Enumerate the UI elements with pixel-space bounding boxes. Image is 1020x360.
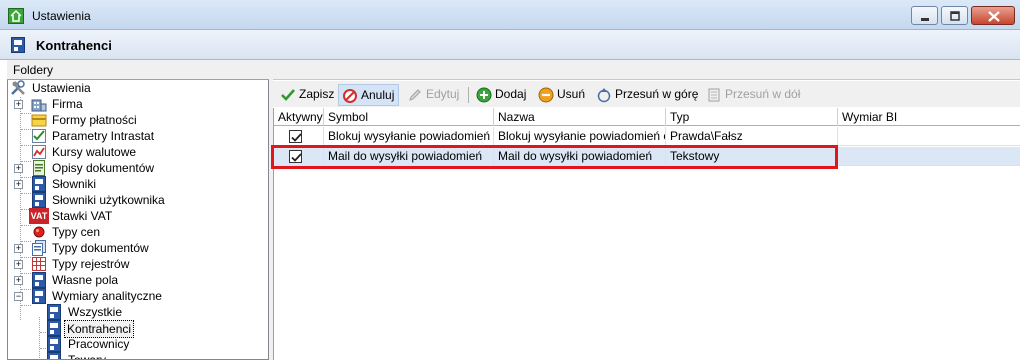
cancel-button[interactable]: Anuluj (338, 84, 400, 106)
vat-badge-icon: VAT (29, 208, 49, 224)
tree-item-typy-rejestrow[interactable]: + Typy rejestrów (14, 256, 214, 272)
tree-item-formy-platnosci[interactable]: Formy płatności (14, 112, 214, 128)
table-row[interactable]: Blokuj wysyłanie powiadomień o... Blokuj… (274, 127, 1020, 146)
close-icon (988, 11, 1000, 22)
restore-button[interactable] (941, 6, 968, 25)
document-blue-icon (32, 272, 46, 288)
move-down-icon (708, 88, 720, 102)
tree-item-typy-cen[interactable]: Typy cen (14, 224, 214, 240)
window-titlebar: Ustawienia (0, 0, 1020, 30)
minus-circle-icon (538, 87, 554, 103)
table-grid-icon (32, 257, 46, 271)
tree-item-wymiary-analityczne[interactable]: − Wymiary analityczne (14, 288, 214, 304)
active-checkbox[interactable] (289, 130, 302, 143)
save-button[interactable]: Zapisz (277, 84, 338, 106)
restore-icon (950, 11, 960, 21)
tree-item-opisy-dokumentow[interactable]: + Opisy dokumentów (14, 160, 214, 176)
tools-icon (11, 80, 25, 95)
checkmark-icon (291, 133, 302, 142)
document-blue-icon (32, 192, 46, 208)
column-header-aktywny[interactable]: Aktywny (274, 108, 324, 126)
bi-cell (838, 147, 1020, 166)
cancel-icon (343, 89, 357, 103)
document-blue-icon (32, 288, 46, 304)
expand-plus-icon[interactable]: + (14, 244, 23, 253)
expand-plus-icon[interactable]: + (14, 180, 23, 189)
toolbar-separator (468, 87, 469, 103)
document-blue-icon (47, 336, 61, 352)
tree-item-slowniki-uzytkownika[interactable]: Słowniki użytkownika (14, 192, 214, 208)
symbol-cell: Blokuj wysyłanie powiadomień o... (324, 127, 494, 146)
move-up-button[interactable]: Przesuń w górę (593, 84, 702, 106)
tree-item-towary[interactable]: Towary (46, 352, 226, 359)
document-blue-icon (47, 304, 61, 320)
toolbar: Zapisz Anuluj Edytuj Dodaj Usuń Przesuń … (273, 81, 1020, 107)
tree-item-typy-dokumentow[interactable]: + Typy dokumentów (14, 240, 214, 256)
documents-stack-icon (32, 240, 46, 256)
column-header-typ[interactable]: Typ (666, 108, 838, 126)
delete-button[interactable]: Usuń (535, 84, 589, 106)
column-header-wymiar-bi[interactable]: Wymiar BI (838, 108, 1020, 126)
building-icon (31, 99, 47, 112)
folder-card-icon (31, 114, 47, 127)
document-blue-icon (32, 176, 46, 192)
grid-header: Aktywny Symbol Nazwa Typ Wymiar BI (274, 108, 1020, 126)
checkmark-icon (281, 89, 295, 101)
red-highlight-box (271, 145, 838, 169)
folders-tree: Ustawienia + Firma Formy płatności Param… (7, 80, 269, 360)
edit-button[interactable]: Edytuj (404, 84, 463, 106)
collapse-minus-icon[interactable]: − (14, 292, 23, 301)
document-blue-icon (47, 352, 61, 359)
tree-item-firma[interactable]: + Firma (14, 96, 214, 112)
minimize-icon (921, 18, 929, 21)
minimize-button[interactable] (911, 6, 938, 25)
folders-title: Foldery (7, 60, 269, 80)
bi-cell (838, 127, 1020, 146)
column-header-symbol[interactable]: Symbol (324, 108, 494, 126)
tree-item-kontrahenci[interactable]: Kontrahenci (46, 320, 226, 338)
tree-item-wlasne-pola[interactable]: + Własne pola (14, 272, 214, 288)
checklist-icon (32, 129, 46, 143)
tree-item-slowniki[interactable]: + Słowniki (14, 176, 214, 192)
red-ball-icon (33, 226, 45, 238)
type-cell: Prawda\Fałsz (666, 127, 838, 146)
close-button[interactable] (971, 6, 1015, 25)
expand-plus-icon[interactable]: + (14, 260, 23, 269)
app-home-icon (8, 8, 24, 24)
tree-item-parametry-intrastat[interactable]: Parametry Intrastat (14, 128, 214, 144)
name-cell: Blokuj wysyłanie powiadomień o... (494, 127, 666, 146)
tree-item-kursy-walutowe[interactable]: Kursy walutowe (14, 144, 214, 160)
window-title: Ustawienia (32, 9, 91, 23)
move-up-icon (597, 88, 611, 103)
expand-plus-icon[interactable]: + (14, 100, 23, 109)
details-pane: Zapisz Anuluj Edytuj Dodaj Usuń Przesuń … (273, 60, 1020, 360)
tree-item-pracownicy[interactable]: Pracownicy (46, 336, 226, 352)
document-blue-icon (47, 320, 61, 336)
expand-plus-icon[interactable]: + (14, 276, 23, 285)
add-button[interactable]: Dodaj (473, 84, 530, 106)
tree-root-ustawienia[interactable]: Ustawienia (10, 80, 210, 96)
chart-line-icon (32, 145, 46, 159)
move-down-button[interactable]: Przesuń w dół (703, 84, 804, 106)
tree-item-wszystkie[interactable]: Wszystkie (46, 304, 226, 320)
expand-plus-icon[interactable]: + (14, 164, 23, 173)
folders-pane: Foldery Ustawienia + Firma Formy płatnoś… (7, 60, 269, 360)
column-header-nazwa[interactable]: Nazwa (494, 108, 666, 126)
page-title: Kontrahenci (36, 38, 112, 53)
tree-item-stawki-vat[interactable]: VAT Stawki VAT (14, 208, 214, 224)
document-blue-icon (11, 37, 25, 53)
pencil-icon (409, 89, 421, 101)
active-cell (274, 127, 324, 146)
document-green-icon (33, 160, 45, 176)
section-header: Kontrahenci (0, 30, 1020, 60)
details-top-strip (273, 60, 1020, 80)
plus-circle-icon (476, 87, 492, 103)
